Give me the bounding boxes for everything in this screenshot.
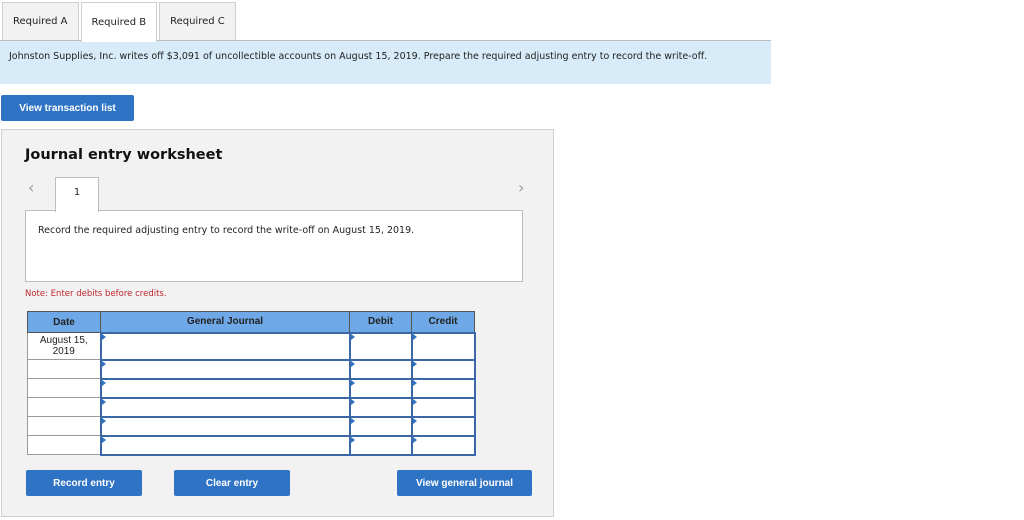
- tab-required-a[interactable]: Required A: [2, 2, 79, 40]
- account-input[interactable]: [99, 377, 351, 399]
- debit-input[interactable]: [348, 358, 413, 380]
- chevron-right-icon[interactable]: ›: [518, 178, 524, 197]
- date-cell: [27, 435, 101, 455]
- credit-input[interactable]: [410, 415, 476, 437]
- date-cell: August 15, 2019: [27, 332, 101, 360]
- header-date: Date: [27, 311, 101, 333]
- tab-required-b[interactable]: Required B: [80, 2, 158, 42]
- header-debit: Debit: [349, 311, 412, 333]
- entry-tab-1[interactable]: 1: [55, 177, 99, 212]
- record-entry-button[interactable]: Record entry: [26, 470, 142, 496]
- date-cell: [27, 397, 101, 417]
- credit-input[interactable]: [410, 331, 476, 361]
- credit-input[interactable]: [410, 358, 476, 380]
- journal-entry-worksheet: Journal entry worksheet ‹ › 1 Record the…: [1, 129, 554, 517]
- entry-instruction: Record the required adjusting entry to r…: [25, 210, 523, 282]
- table-row: [27, 358, 476, 380]
- credit-input[interactable]: [410, 377, 476, 399]
- table-row: [27, 396, 476, 418]
- credit-input[interactable]: [410, 396, 476, 418]
- table-row: [27, 415, 476, 437]
- account-input[interactable]: [99, 331, 351, 361]
- clear-entry-button[interactable]: Clear entry: [174, 470, 290, 496]
- question-prompt: Johnston Supplies, Inc. writes off $3,09…: [0, 40, 771, 84]
- credit-input[interactable]: [410, 434, 476, 456]
- debit-input[interactable]: [348, 396, 413, 418]
- header-credit: Credit: [411, 311, 475, 333]
- debit-input[interactable]: [348, 415, 413, 437]
- date-cell: [27, 359, 101, 379]
- debit-input[interactable]: [348, 377, 413, 399]
- account-input[interactable]: [99, 358, 351, 380]
- debits-credits-note: Note: Enter debits before credits.: [25, 289, 167, 299]
- table-row: [27, 434, 476, 456]
- debit-input[interactable]: [348, 434, 413, 456]
- journal-table: Date General Journal Debit Credit August…: [27, 311, 476, 456]
- header-general-journal: General Journal: [100, 311, 350, 333]
- debit-input[interactable]: [348, 331, 413, 361]
- table-row: August 15, 2019: [27, 331, 476, 361]
- requirement-tabs: Required A Required B Required C: [2, 2, 238, 42]
- chevron-left-icon[interactable]: ‹: [28, 178, 34, 197]
- account-input[interactable]: [99, 415, 351, 437]
- tab-required-c[interactable]: Required C: [159, 2, 236, 40]
- view-general-journal-button[interactable]: View general journal: [397, 470, 532, 496]
- table-row: [27, 377, 476, 399]
- date-cell: [27, 416, 101, 436]
- date-cell: [27, 378, 101, 398]
- account-input[interactable]: [99, 396, 351, 418]
- view-transaction-list-button[interactable]: View transaction list: [1, 95, 134, 121]
- worksheet-title: Journal entry worksheet: [25, 147, 223, 163]
- table-header-row: Date General Journal Debit Credit: [27, 311, 475, 333]
- account-input[interactable]: [99, 434, 351, 456]
